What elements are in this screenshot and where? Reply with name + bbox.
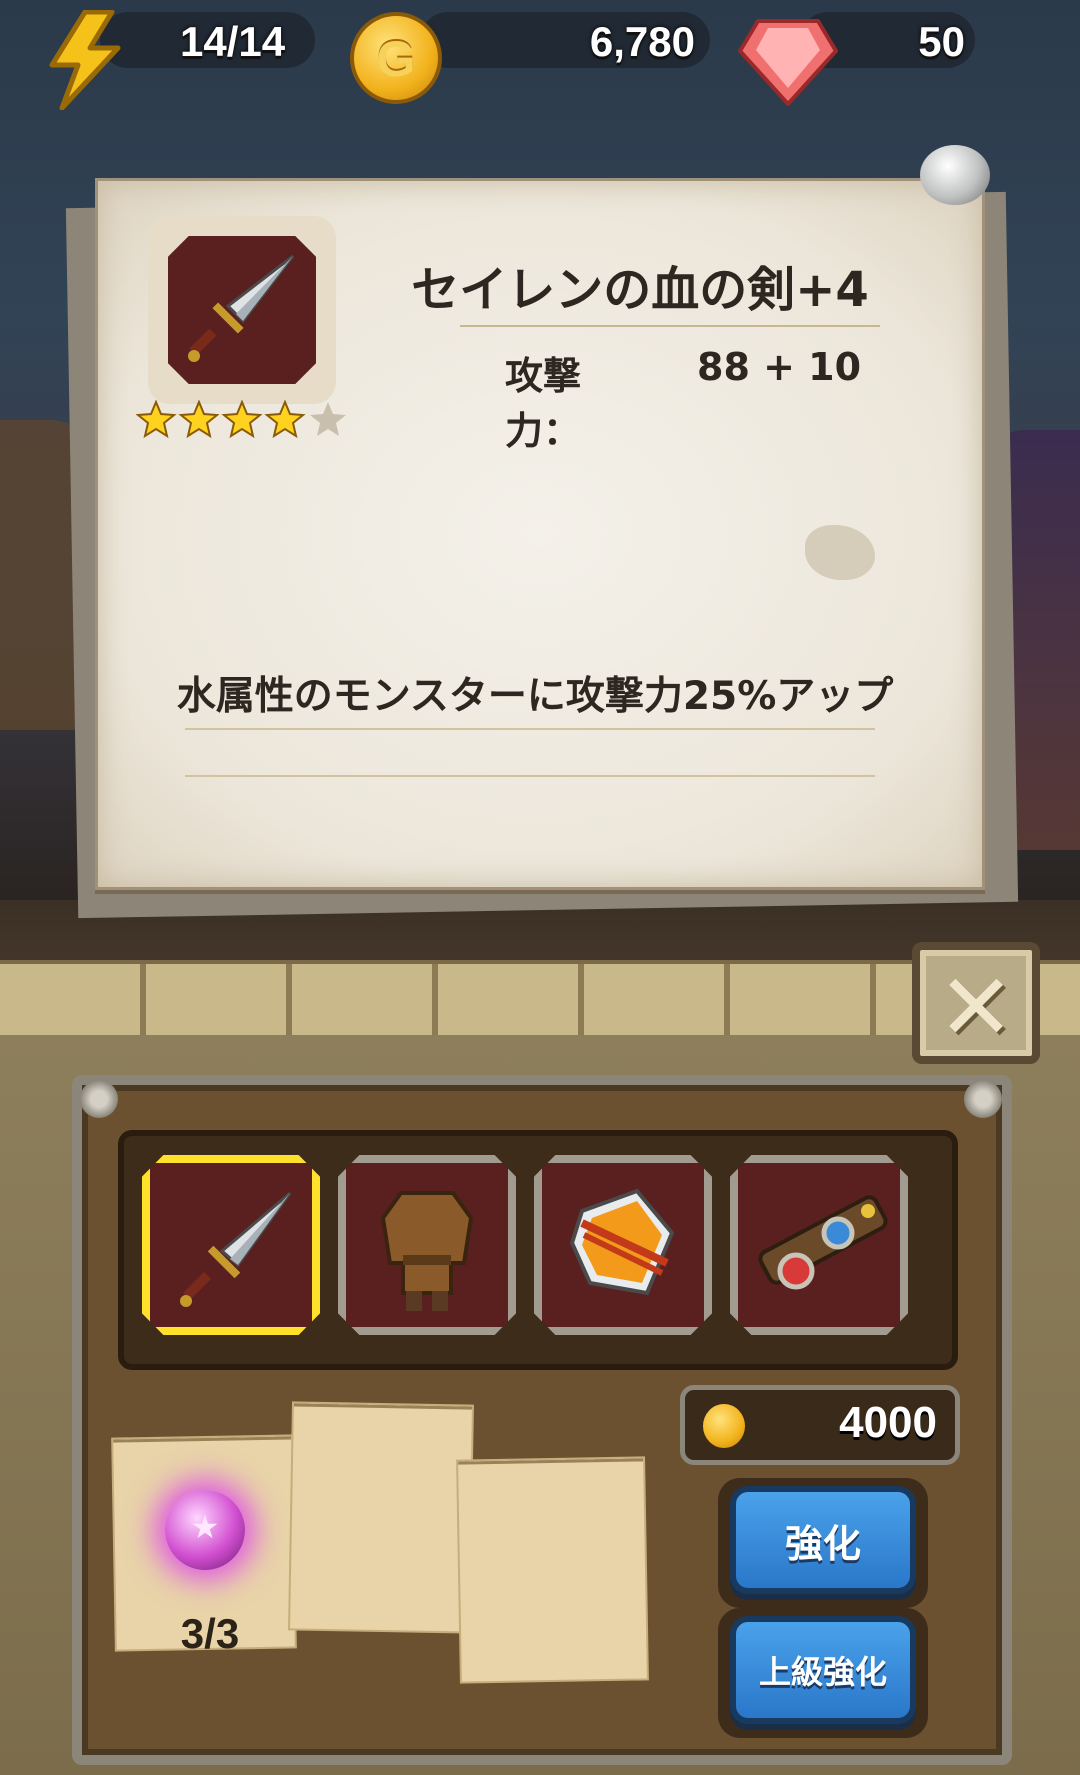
lightning-icon (49, 10, 121, 110)
divider (460, 325, 880, 327)
star-rating (136, 400, 346, 439)
gold-coin-icon (703, 1404, 745, 1448)
gem-value: 50 (918, 18, 965, 65)
sword-icon (180, 1191, 292, 1307)
material-slot[interactable] (290, 1403, 472, 1632)
item-icon-frame (148, 216, 336, 404)
material-slot[interactable] (458, 1458, 647, 1682)
close-button[interactable]: ✕ (912, 942, 1040, 1064)
item-effect: 水属性のモンスターに攻撃力25%アップ (176, 674, 894, 719)
stat-value: 88 + 10 (697, 345, 862, 389)
slot-shield[interactable] (534, 1155, 712, 1335)
slot-tunic[interactable] (338, 1155, 516, 1335)
bolt-icon (964, 1080, 1002, 1118)
bolt-icon (80, 1080, 118, 1118)
gem-icon (738, 19, 838, 106)
upgrade-cost: 4000 (680, 1385, 960, 1465)
slot-sword[interactable] (142, 1155, 320, 1335)
enhance-button[interactable]: 強化 (730, 1486, 916, 1594)
belt-icon (758, 1195, 888, 1290)
cost-value: 4000 (839, 1398, 937, 1447)
star-icon: ★ (190, 1508, 220, 1546)
enhance-stone-icon: ★ (165, 1490, 245, 1570)
item-icon-background (168, 236, 316, 384)
shield-icon (569, 1188, 675, 1296)
pin-icon (920, 145, 990, 205)
divider (185, 728, 875, 730)
gold-value: 6,780 (589, 18, 695, 65)
tunic-icon (380, 1191, 474, 1311)
slot-belt[interactable] (730, 1155, 908, 1335)
material-count: 3/3 (180, 1610, 240, 1657)
divider (185, 775, 875, 777)
energy-value: 14/14 (180, 18, 286, 65)
item-name: セイレンの血の剣+4 (411, 262, 869, 318)
close-icon: ✕ (937, 954, 1015, 1061)
gold-coin-icon: G (350, 12, 442, 104)
sword-icon (188, 254, 295, 362)
advanced-enhance-button[interactable]: 上級強化 (730, 1616, 916, 1724)
stat-label: 攻撃力： (505, 354, 582, 453)
